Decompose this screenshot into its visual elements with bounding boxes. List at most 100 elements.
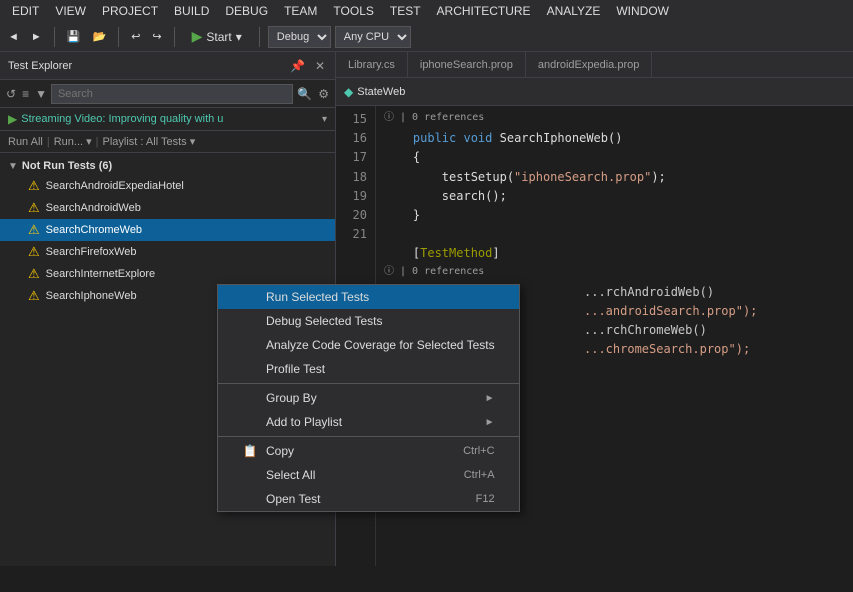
start-dropdown-arrow: ▾ bbox=[236, 30, 242, 44]
refresh-button[interactable]: ↺ bbox=[4, 85, 18, 103]
menu-edit[interactable]: EDIT bbox=[4, 2, 47, 20]
test-name-1: SearchAndroidWeb bbox=[46, 202, 141, 214]
warning-icon-4: ⚠ bbox=[28, 266, 40, 282]
undo-button[interactable]: ◄ bbox=[4, 29, 23, 45]
ctx-run-selected[interactable]: Run Selected Tests bbox=[218, 285, 519, 309]
test-item-3[interactable]: ⚠ SearchFirefoxWeb bbox=[0, 241, 335, 263]
test-item-1[interactable]: ⚠ SearchAndroidWeb bbox=[0, 197, 335, 219]
config-dropdown[interactable]: Debug bbox=[268, 26, 331, 48]
menu-debug[interactable]: DEBUG bbox=[217, 2, 276, 20]
ctx-open-test[interactable]: Open Test F12 bbox=[218, 487, 519, 511]
search-button[interactable]: 🔍 bbox=[295, 85, 314, 103]
menu-analyze[interactable]: ANALYZE bbox=[539, 2, 609, 20]
ctx-group-by[interactable]: Group By ► bbox=[218, 386, 519, 410]
ctx-separator-1 bbox=[218, 383, 519, 384]
editor-header: ◆ StateWeb bbox=[336, 78, 853, 106]
ctx-profile-label: Profile Test bbox=[266, 362, 325, 376]
tab-android[interactable]: androidExpedia.prop bbox=[526, 52, 653, 77]
panel-title: Test Explorer bbox=[8, 60, 282, 72]
redo2-button[interactable]: ↪ bbox=[148, 28, 165, 45]
copy-icon: 📋 bbox=[242, 444, 258, 458]
warning-icon-5: ⚠ bbox=[28, 288, 40, 304]
stream-dropdown-arrow: ▾ bbox=[322, 114, 327, 125]
test-item-4[interactable]: ⚠ SearchInternetExplore bbox=[0, 263, 335, 285]
playlist-link[interactable]: Playlist : All Tests ▾ bbox=[103, 135, 196, 148]
menu-project[interactable]: PROJECT bbox=[94, 2, 166, 20]
toolbar-separator-3 bbox=[174, 27, 175, 47]
stream-icon: ▶ bbox=[8, 112, 17, 126]
ctx-separator-2 bbox=[218, 436, 519, 437]
file-icon: ◆ bbox=[344, 85, 353, 99]
test-name-3: SearchFirefoxWeb bbox=[46, 246, 137, 258]
context-menu: Run Selected Tests Debug Selected Tests … bbox=[217, 284, 520, 512]
code-line-17: testSetup("iphoneSearch.prop"); bbox=[384, 168, 845, 187]
test-name-2: SearchChromeWeb bbox=[46, 224, 142, 236]
toolbar: ◄ ► 💾 📂 ↩ ↪ ▶ Start ▾ Debug Any CPU bbox=[0, 22, 853, 52]
stream-text: Streaming Video: Improving quality with … bbox=[21, 113, 318, 125]
menu-view[interactable]: VIEW bbox=[47, 2, 94, 20]
test-name-4: SearchInternetExplore bbox=[46, 268, 155, 280]
ctx-select-all[interactable]: Select All Ctrl+A bbox=[218, 463, 519, 487]
filter-button[interactable]: ▼ bbox=[33, 85, 49, 103]
group-arrow: ► bbox=[485, 393, 495, 404]
run-all-link[interactable]: Run All bbox=[8, 136, 43, 148]
menu-architecture[interactable]: ARCHITECTURE bbox=[429, 2, 539, 20]
toolbar-separator-2 bbox=[118, 27, 119, 47]
select-all-shortcut: Ctrl+A bbox=[464, 469, 495, 481]
code-line-21: [TestMethod] bbox=[384, 244, 845, 263]
play-icon: ▶ bbox=[192, 28, 203, 45]
ctx-copy-label: Copy bbox=[266, 444, 294, 458]
save-button[interactable]: 💾 bbox=[63, 28, 85, 45]
panel-stream[interactable]: ▶ Streaming Video: Improving quality wit… bbox=[0, 108, 335, 131]
menu-window[interactable]: WINDOW bbox=[608, 2, 677, 20]
panel-pin-button[interactable]: 📌 bbox=[288, 57, 307, 75]
redo-button[interactable]: ► bbox=[27, 29, 46, 45]
menu-test[interactable]: TEST bbox=[382, 2, 429, 20]
menu-tools[interactable]: TOOLS bbox=[325, 2, 381, 20]
warning-icon-1: ⚠ bbox=[28, 200, 40, 216]
ctx-select-all-label: Select All bbox=[266, 468, 315, 482]
test-item-2[interactable]: ⚠ SearchChromeWeb bbox=[0, 219, 335, 241]
test-item-0[interactable]: ⚠ SearchAndroidExpediaHotel bbox=[0, 175, 335, 197]
menu-build[interactable]: BUILD bbox=[166, 2, 217, 20]
panel-toolbar: ↺ ≡ ▼ 🔍 ⚙ bbox=[0, 80, 335, 108]
copy-shortcut: Ctrl+C bbox=[463, 445, 494, 457]
group-header-label: Not Run Tests (6) bbox=[22, 160, 112, 172]
open-test-shortcut: F12 bbox=[476, 493, 495, 505]
warning-icon-0: ⚠ bbox=[28, 178, 40, 194]
ctx-debug-selected[interactable]: Debug Selected Tests bbox=[218, 309, 519, 333]
undo2-button[interactable]: ↩ bbox=[127, 28, 144, 45]
warning-icon-3: ⚠ bbox=[28, 244, 40, 260]
test-name-0: SearchAndroidExpediaHotel bbox=[46, 180, 184, 192]
warning-icon-2: ⚠ bbox=[28, 222, 40, 238]
tab-iphone[interactable]: iphoneSearch.prop bbox=[408, 52, 526, 77]
tree-group-header: ▼ Not Run Tests (6) bbox=[0, 157, 335, 175]
ctx-profile[interactable]: Profile Test bbox=[218, 357, 519, 381]
platform-dropdown[interactable]: Any CPU bbox=[335, 26, 411, 48]
code-ref-1: ⓘ | 0 references bbox=[384, 110, 845, 129]
code-line-18: search(); bbox=[384, 187, 845, 206]
start-button[interactable]: ▶ Start ▾ bbox=[183, 25, 251, 48]
code-line-16: { bbox=[384, 148, 845, 167]
ctx-run-label: Run Selected Tests bbox=[266, 290, 369, 304]
ctx-copy[interactable]: 📋 Copy Ctrl+C bbox=[218, 439, 519, 463]
panel-titlebar: Test Explorer 📌 ✕ bbox=[0, 52, 335, 80]
search-input[interactable] bbox=[51, 84, 293, 104]
code-line-15: public void SearchIphoneWeb() bbox=[384, 129, 845, 148]
start-label: Start bbox=[206, 30, 231, 44]
code-line-20 bbox=[384, 225, 845, 244]
tab-library[interactable]: Library.cs bbox=[336, 52, 408, 77]
ctx-add-playlist[interactable]: Add to Playlist ► bbox=[218, 410, 519, 434]
run-dropdown-link[interactable]: Run... ▾ bbox=[54, 135, 92, 148]
test-name-5: SearchIphoneWeb bbox=[46, 290, 137, 302]
ctx-analyze[interactable]: Analyze Code Coverage for Selected Tests bbox=[218, 333, 519, 357]
sort-button[interactable]: ≡ bbox=[20, 85, 31, 103]
menu-team[interactable]: TEAM bbox=[276, 2, 325, 20]
settings-button[interactable]: ⚙ bbox=[316, 85, 331, 103]
panel-close-button[interactable]: ✕ bbox=[313, 57, 327, 75]
editor-filename: StateWeb bbox=[357, 86, 405, 98]
ctx-analyze-label: Analyze Code Coverage for Selected Tests bbox=[266, 338, 495, 352]
open-button[interactable]: 📂 bbox=[88, 28, 110, 45]
ctx-open-test-label: Open Test bbox=[266, 492, 320, 506]
ctx-playlist-label: Add to Playlist bbox=[266, 415, 342, 429]
